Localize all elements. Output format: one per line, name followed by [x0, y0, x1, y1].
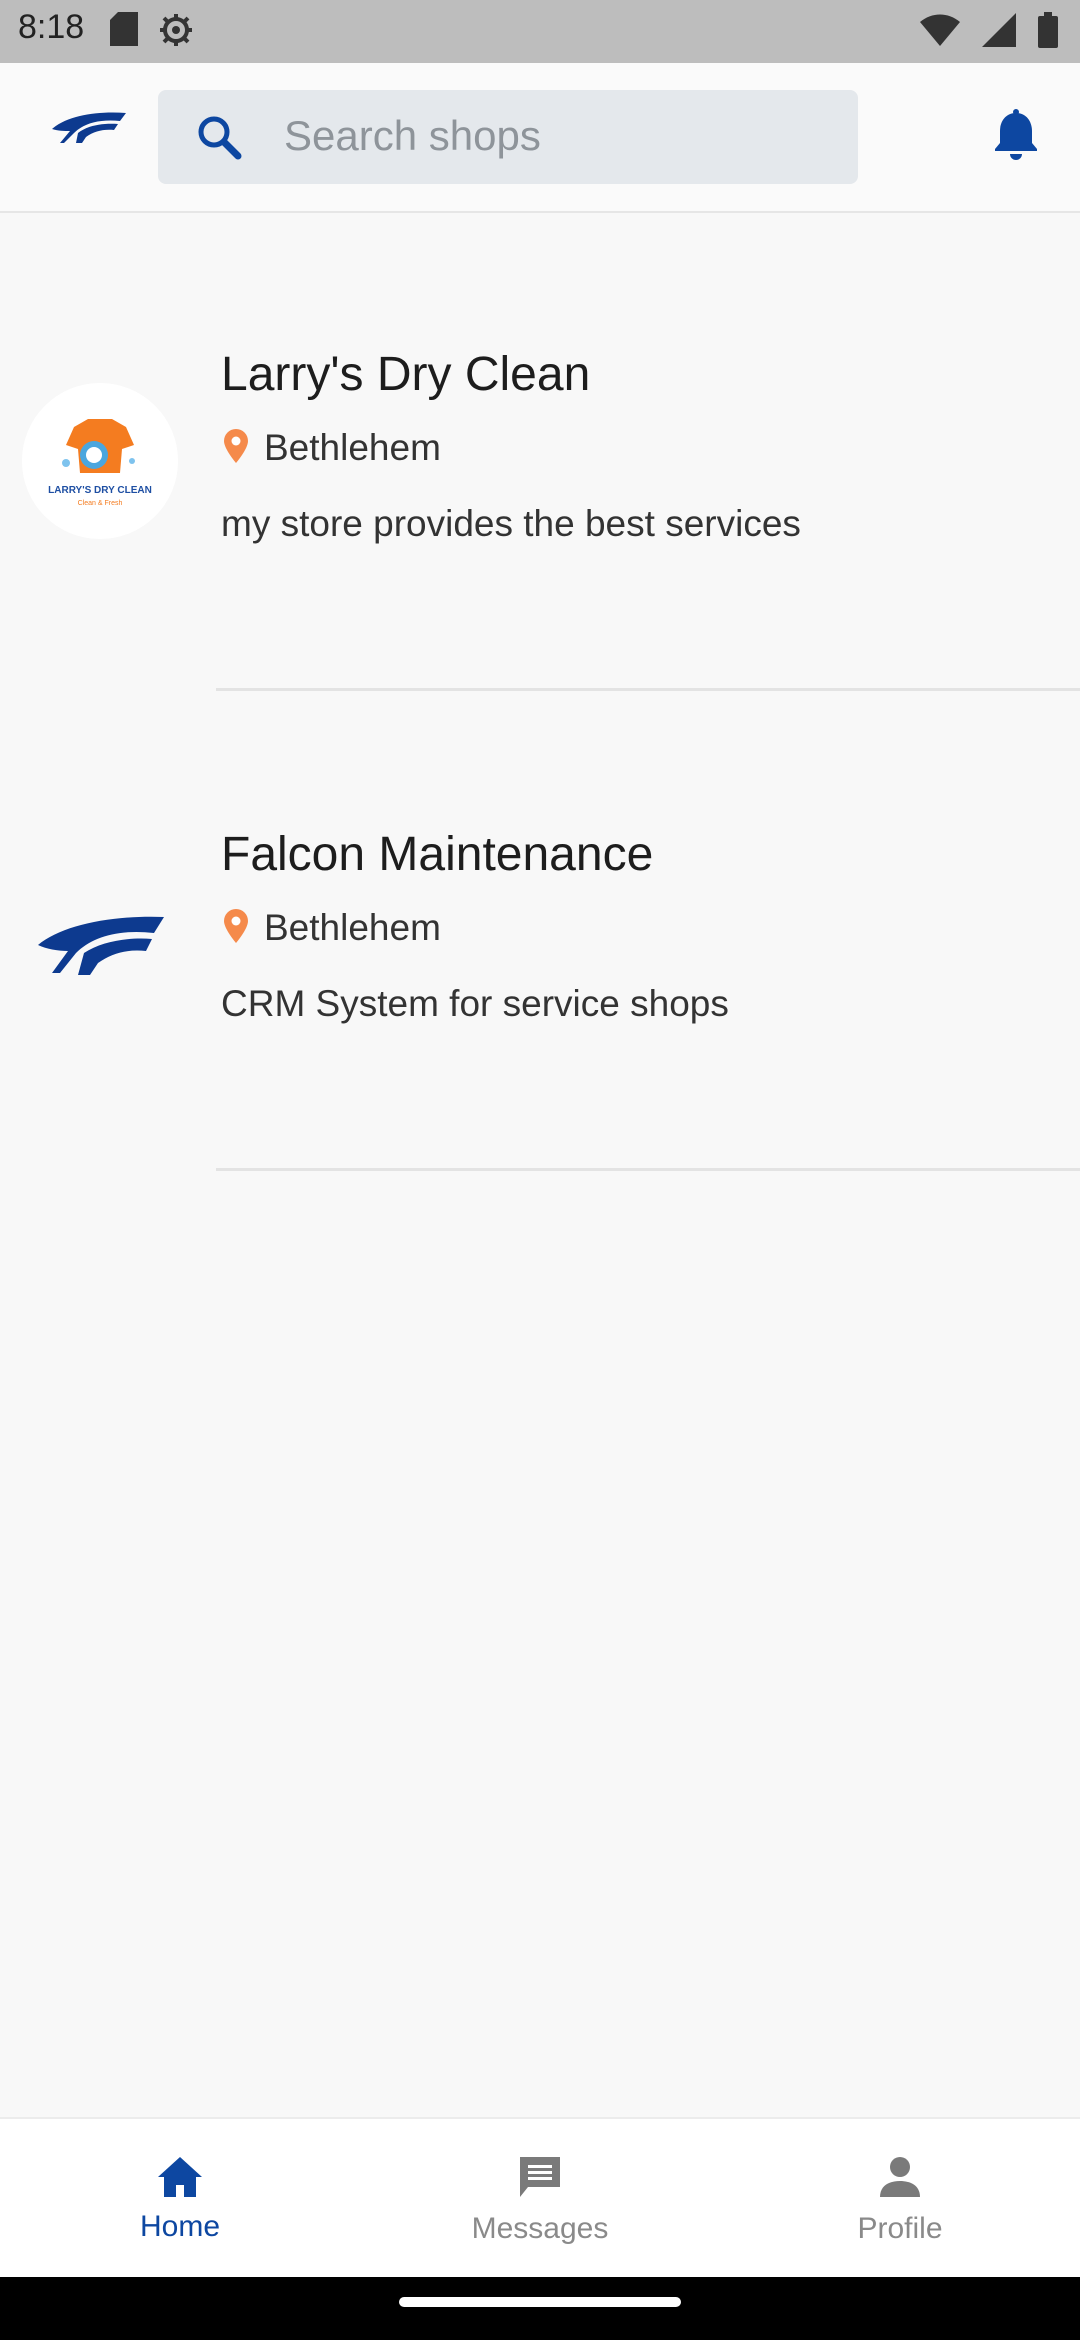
- nav-home-label: Home: [139, 2209, 221, 2243]
- settings-icon: [158, 12, 194, 53]
- shop-description: CRM System for service shops: [221, 983, 729, 1024]
- system-navigation-bar: [0, 2277, 1080, 2340]
- shop-location: Bethlehem: [264, 427, 441, 468]
- battery-icon: [1038, 12, 1058, 53]
- shop-name: Falcon Maintenance: [221, 828, 654, 881]
- nav-profile-label: Profile: [857, 2211, 943, 2245]
- shop-logo-text: LARRY'S DRY CLEAN: [48, 485, 152, 496]
- shop-location: Bethlehem: [264, 907, 441, 948]
- shop-list-item[interactable]: LARRY'S DRY CLEAN Clean & Fresh Larry's …: [0, 211, 1080, 691]
- person-icon: [876, 2153, 924, 2206]
- search-bar[interactable]: [158, 90, 858, 184]
- shop-list-item[interactable]: Falcon Maintenance Bethlehem CRM System …: [0, 691, 1080, 1171]
- message-icon: [516, 2153, 564, 2206]
- signal-icon: [982, 13, 1016, 52]
- sd-card-icon: [110, 12, 138, 53]
- notification-bell-icon[interactable]: [992, 109, 1040, 166]
- app-logo-icon[interactable]: [48, 107, 128, 152]
- status-time: 8:18: [18, 8, 85, 46]
- divider: [216, 1168, 1080, 1171]
- shop-logo: [22, 863, 178, 1019]
- shop-logo-tagline: Clean & Fresh: [78, 500, 123, 507]
- nav-messages-label: Messages: [471, 2211, 609, 2245]
- home-gesture-handle[interactable]: [399, 2297, 681, 2307]
- shop-logo: LARRY'S DRY CLEAN Clean & Fresh: [22, 383, 178, 539]
- nav-profile[interactable]: Profile: [720, 2119, 1080, 2279]
- nav-messages[interactable]: Messages: [360, 2119, 720, 2279]
- location-pin-icon: [222, 428, 250, 468]
- bottom-navigation: Home Messages Profile: [0, 2117, 1080, 2279]
- nav-home[interactable]: Home: [0, 2119, 360, 2279]
- wifi-icon: [920, 14, 960, 51]
- home-icon: [156, 2155, 204, 2204]
- status-bar: 8:18: [0, 0, 1080, 63]
- search-input[interactable]: [284, 112, 824, 160]
- shop-name: Larry's Dry Clean: [221, 348, 591, 401]
- shop-description: my store provides the best services: [221, 503, 801, 544]
- search-icon[interactable]: [194, 112, 244, 167]
- location-pin-icon: [222, 908, 250, 948]
- app-header: [0, 63, 1080, 213]
